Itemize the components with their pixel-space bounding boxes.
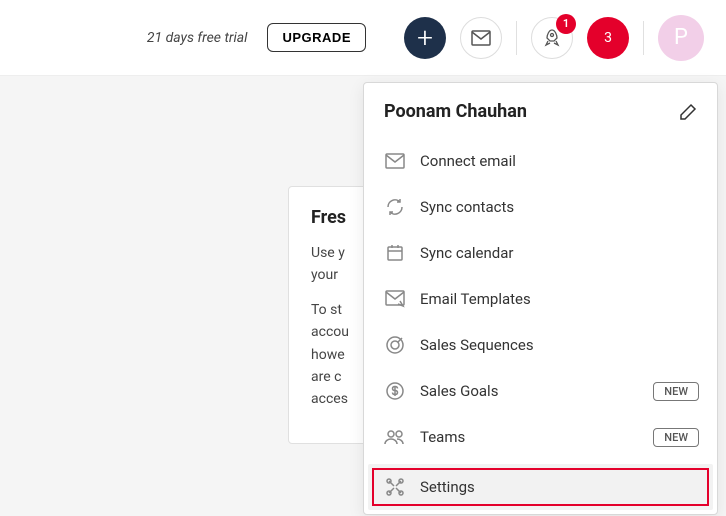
avatar[interactable]: P (658, 15, 704, 61)
menu-label: Settings (420, 478, 475, 496)
pencil-icon (679, 103, 697, 121)
menu-sales-sequences[interactable]: Sales Sequences (364, 322, 717, 368)
content-text: accou (311, 324, 349, 340)
menu-connect-email[interactable]: Connect email (364, 138, 717, 184)
mail-icon (471, 30, 491, 46)
content-text: your (311, 267, 338, 283)
target-icon (384, 334, 406, 356)
content-text: acces (311, 391, 348, 407)
edit-profile-button[interactable] (679, 103, 697, 121)
add-button[interactable]: + (404, 17, 446, 59)
menu-label: Email Templates (420, 290, 531, 308)
menu-sync-calendar[interactable]: Sync calendar (364, 230, 717, 276)
teams-icon (384, 426, 406, 448)
menu-settings[interactable]: Settings (368, 464, 713, 510)
trial-text: 21 days free trial (147, 30, 248, 46)
content-text: To st (311, 302, 342, 318)
menu-label: Sales Goals (420, 382, 498, 400)
avatar-letter: P (674, 25, 688, 50)
mail-icon (384, 150, 406, 172)
dollar-icon (384, 380, 406, 402)
divider (516, 21, 517, 55)
rocket-badge: 1 (556, 14, 576, 34)
calendar-icon (384, 242, 406, 264)
topbar: 21 days free trial UPGRADE + 1 3 P (0, 0, 726, 76)
user-name: Poonam Chauhan (384, 101, 527, 122)
content-text: howe (311, 347, 345, 363)
sync-icon (384, 196, 406, 218)
mail-button[interactable] (460, 17, 502, 59)
rocket-button[interactable]: 1 (531, 17, 573, 59)
menu-label: Teams (420, 428, 465, 446)
dropdown-header: Poonam Chauhan (364, 83, 717, 138)
content-text: Use y (311, 245, 345, 261)
settings-icon (384, 476, 406, 498)
menu-label: Sales Sequences (420, 336, 534, 354)
menu-label: Connect email (420, 152, 516, 170)
menu-label: Sync contacts (420, 198, 514, 216)
template-icon (384, 288, 406, 310)
menu-label: Sync calendar (420, 244, 513, 262)
menu-sync-contacts[interactable]: Sync contacts (364, 184, 717, 230)
notification-button[interactable]: 3 (587, 17, 629, 59)
new-badge: NEW (653, 382, 699, 401)
menu-sales-goals[interactable]: Sales Goals NEW (364, 368, 717, 414)
divider (643, 21, 644, 55)
content-text: are c (311, 369, 341, 385)
menu-teams[interactable]: Teams NEW (364, 414, 717, 460)
upgrade-button[interactable]: UPGRADE (267, 23, 366, 52)
plus-icon: + (417, 21, 433, 54)
menu-email-templates[interactable]: Email Templates (364, 276, 717, 322)
new-badge: NEW (653, 428, 699, 447)
notification-count: 3 (604, 30, 612, 46)
user-dropdown: Poonam Chauhan Connect email Sync contac… (363, 82, 718, 515)
